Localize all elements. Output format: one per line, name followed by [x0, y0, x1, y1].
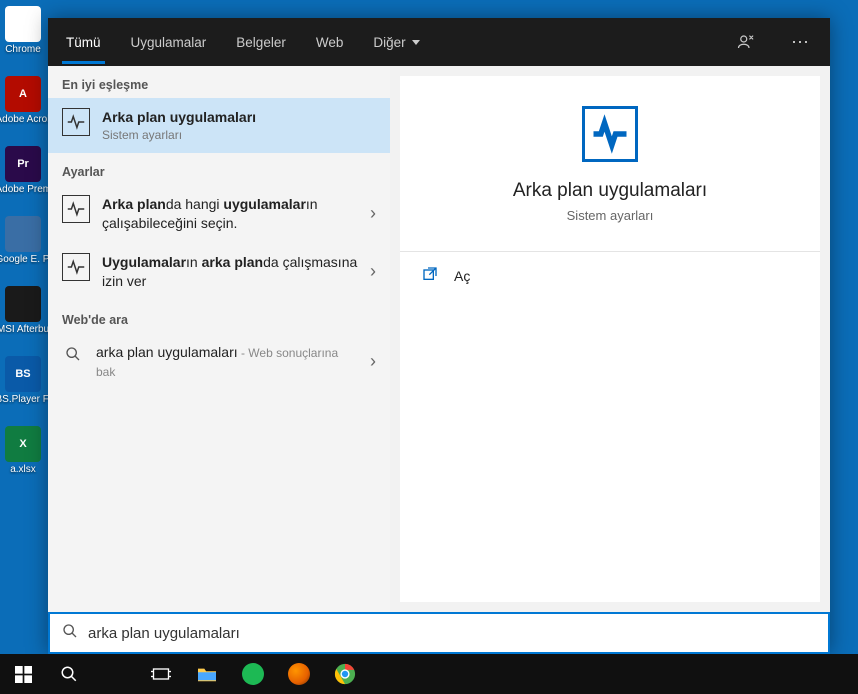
open-action[interactable]: Aç	[400, 252, 820, 299]
tab-apps[interactable]: Uygulamalar	[127, 21, 211, 64]
result-web-search[interactable]: arka plan uygulamaları - Web sonuçlarına…	[48, 333, 390, 391]
result-best-match[interactable]: Arka plan uygulamaları Sistem ayarları	[48, 98, 390, 153]
result-title: arka plan uygulamaları - Web sonuçlarına…	[96, 343, 358, 381]
chevron-right-icon: ›	[370, 261, 376, 282]
desktop-icon[interactable]: Xa.xlsx	[0, 426, 46, 490]
desktop-icon[interactable]: MSI Afterbu	[0, 286, 46, 350]
result-setting-choose-apps[interactable]: Arka planda hangi uygulamaların çalışabi…	[48, 185, 390, 243]
open-label: Aç	[454, 268, 470, 284]
search-icon	[62, 343, 84, 365]
section-best-match: En iyi eşleşme	[48, 66, 390, 98]
desktop-icon[interactable]: Google E. Pro	[0, 216, 46, 280]
start-button[interactable]	[6, 657, 40, 691]
result-title: Arka planda hangi uygulamaların çalışabi…	[102, 195, 358, 233]
search-bar[interactable]	[48, 612, 830, 654]
chevron-right-icon: ›	[370, 203, 376, 224]
monitor-icon	[62, 108, 90, 136]
search-body: En iyi eşleşme Arka plan uygulamaları Si…	[48, 66, 830, 612]
search-header: Tümü Uygulamalar Belgeler Web Diğer ⋯	[48, 18, 830, 66]
more-icon[interactable]: ⋯	[784, 26, 816, 58]
result-title: Arka plan uygulamaları	[102, 108, 376, 127]
taskbar-explorer[interactable]	[190, 657, 224, 691]
desktop-icon[interactable]: PrAdobe Premiere	[0, 146, 46, 210]
search-icon	[62, 623, 78, 644]
taskbar	[0, 654, 858, 694]
tab-all[interactable]: Tümü	[62, 21, 105, 64]
tab-docs[interactable]: Belgeler	[232, 21, 290, 64]
monitor-icon	[582, 106, 638, 162]
tab-more[interactable]: Diğer	[369, 21, 423, 64]
section-settings: Ayarlar	[48, 153, 390, 185]
feedback-icon[interactable]	[730, 26, 762, 58]
tab-web[interactable]: Web	[312, 21, 348, 64]
chevron-right-icon: ›	[370, 351, 376, 372]
open-icon	[422, 266, 438, 285]
result-title: Uygulamaların arka planda çalışmasına iz…	[102, 253, 358, 291]
results-list: En iyi eşleşme Arka plan uygulamaları Si…	[48, 66, 390, 612]
desktop-icon[interactable]: Chrome	[0, 6, 46, 70]
taskbar-chrome[interactable]	[328, 657, 362, 691]
result-setting-allow-bg[interactable]: Uygulamaların arka planda çalışmasına iz…	[48, 243, 390, 301]
task-view-button[interactable]	[144, 657, 178, 691]
search-button[interactable]	[52, 657, 86, 691]
result-subtitle: Sistem ayarları	[102, 127, 376, 143]
detail-title: Arka plan uygulamaları	[513, 180, 707, 202]
desktop-icon[interactable]: BSBS.Player FREE	[0, 356, 46, 420]
search-panel: Tümü Uygulamalar Belgeler Web Diğer ⋯ En…	[48, 18, 830, 654]
cortana-button[interactable]	[98, 657, 132, 691]
desktop-icon[interactable]: AAdobe Acroba	[0, 76, 46, 140]
detail-subtitle: Sistem ayarları	[567, 208, 654, 223]
desktop: Chrome AAdobe Acroba PrAdobe Premiere Go…	[0, 0, 48, 654]
section-web: Web'de ara	[48, 301, 390, 333]
taskbar-app-green[interactable]	[236, 657, 270, 691]
monitor-icon	[62, 253, 90, 281]
search-input[interactable]	[88, 625, 816, 642]
monitor-icon	[62, 195, 90, 223]
detail-panel: Arka plan uygulamaları Sistem ayarları A…	[400, 76, 820, 602]
taskbar-firefox[interactable]	[282, 657, 316, 691]
chevron-down-icon	[412, 40, 420, 45]
